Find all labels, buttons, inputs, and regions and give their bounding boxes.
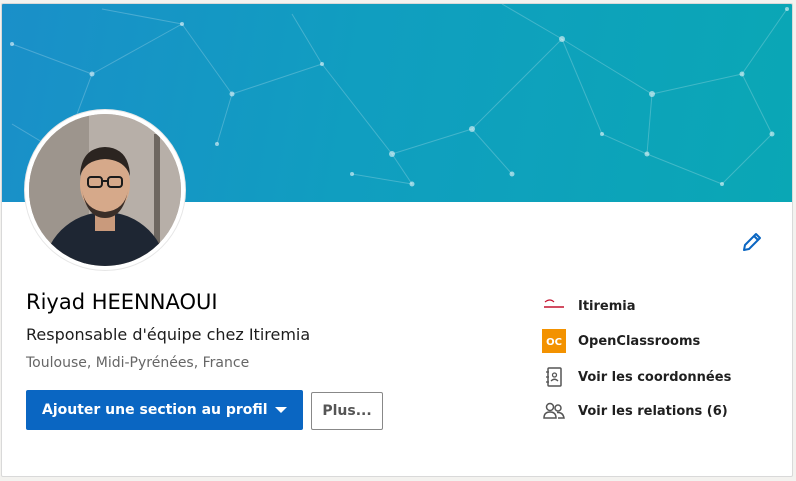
connections-label: Voir les relations (6): [578, 403, 728, 419]
edit-profile-button[interactable]: [740, 230, 764, 254]
connections-link[interactable]: Voir les relations (6): [542, 399, 728, 423]
contact-info-link[interactable]: Voir les coordonnées: [542, 365, 731, 389]
pencil-icon: [743, 233, 761, 251]
contact-card-icon: [542, 365, 566, 389]
openclassrooms-logo: OC: [542, 329, 566, 353]
company-link-itiremia[interactable]: Itiremia: [542, 294, 636, 318]
itiremia-logo: [542, 294, 566, 318]
school-label-openclassrooms: OpenClassrooms: [578, 333, 701, 349]
add-profile-section-button[interactable]: Ajouter une section au profil: [26, 390, 303, 430]
avatar[interactable]: [25, 110, 185, 270]
more-button[interactable]: Plus...: [311, 392, 383, 430]
chevron-down-icon: [275, 407, 287, 413]
company-label-itiremia: Itiremia: [578, 298, 636, 314]
school-link-openclassrooms[interactable]: OC OpenClassrooms: [542, 329, 700, 353]
people-icon: [542, 399, 566, 423]
add-profile-section-label: Ajouter une section au profil: [42, 402, 268, 418]
svg-text:OC: OC: [546, 337, 562, 348]
profile-location: Toulouse, Midi-Pyrénées, France: [26, 355, 250, 371]
contact-info-label: Voir les coordonnées: [578, 369, 732, 385]
profile-headline: Responsable d'équipe chez Itiremia: [26, 325, 311, 344]
profile-card: Riyad HEENNAOUI Responsable d'équipe che…: [1, 3, 793, 477]
profile-name: Riyad HEENNAOUI: [26, 290, 218, 314]
profile-photo: [29, 114, 181, 266]
more-button-label: Plus...: [322, 403, 372, 419]
